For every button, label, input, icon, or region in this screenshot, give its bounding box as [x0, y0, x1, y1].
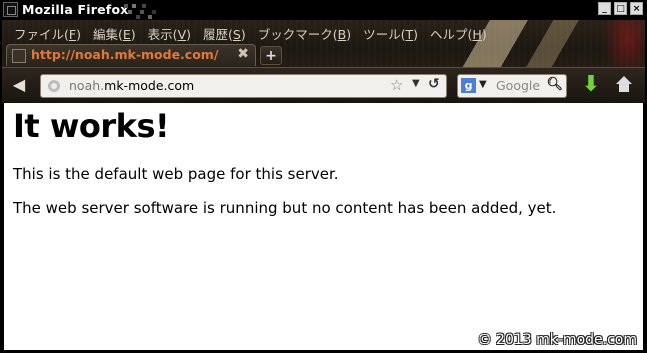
google-engine-icon[interactable]: g — [461, 78, 476, 93]
site-identity-icon[interactable] — [48, 80, 60, 92]
reload-icon[interactable]: ↺ — [428, 76, 440, 92]
paragraph-default-page: This is the default web page for this se… — [13, 165, 339, 183]
copyright-watermark: © 2013 mk-mode.com — [477, 332, 637, 348]
menu-tools[interactable]: ツール(T) — [359, 22, 426, 45]
navigation-toolbar: ◀ noah.mk-mode.com ☆ ▼ ↺ g ▼ Google 🔍︎ ⬇ — [2, 67, 645, 102]
menu-edit[interactable]: 編集(E) — [89, 22, 144, 45]
download-icon[interactable]: ⬇ — [580, 72, 602, 98]
home-icon[interactable] — [614, 76, 634, 94]
close-tab-icon[interactable]: ✖ — [237, 46, 249, 62]
window-menu-icon[interactable] — [3, 2, 18, 17]
titlebar-decoration — [118, 0, 166, 20]
menu-view[interactable]: 表示(V) — [144, 22, 199, 45]
search-bar[interactable]: g ▼ Google 🔍︎ — [457, 74, 567, 98]
menu-history[interactable]: 履歴(S) — [199, 22, 254, 45]
title-bar[interactable]: Mozilla Firefox _ □ × — [0, 0, 647, 20]
menu-help[interactable]: ヘルプ(H) — [426, 22, 495, 45]
window-controls: _ □ × — [598, 2, 643, 15]
browser-chrome: ファイル(F) 編集(E) 表示(V) 履歴(S) ブックマーク(B) ツール(… — [2, 20, 645, 103]
url-text[interactable]: noah.mk-mode.com — [69, 78, 194, 93]
back-button[interactable]: ◀ — [8, 76, 30, 94]
menu-bar: ファイル(F) 編集(E) 表示(V) 履歴(S) ブックマーク(B) ツール(… — [10, 22, 495, 45]
maximize-button[interactable]: □ — [614, 2, 627, 15]
page-favicon-icon — [12, 49, 26, 63]
menu-file[interactable]: ファイル(F) — [10, 22, 89, 45]
browser-window: Mozilla Firefox _ □ × ファイル(F) 編集(E) 表示(V… — [0, 0, 647, 353]
menu-bookmarks[interactable]: ブックマーク(B) — [254, 22, 359, 45]
window-title: Mozilla Firefox — [22, 2, 129, 17]
search-icon[interactable]: 🔍︎ — [544, 77, 563, 92]
url-bar[interactable]: noah.mk-mode.com ☆ ▼ ↺ — [40, 74, 447, 98]
tab-title: http://noah.mk-mode.com/ — [31, 47, 219, 62]
new-tab-button[interactable]: + — [260, 46, 282, 65]
minimize-button[interactable]: _ — [598, 2, 611, 15]
search-input[interactable]: Google — [496, 78, 540, 93]
close-window-button[interactable]: × — [630, 2, 643, 15]
page-content: It works! This is the default web page f… — [4, 103, 643, 350]
tab-active[interactable]: http://noah.mk-mode.com/ ✖ — [6, 44, 256, 66]
search-engine-dropdown-icon[interactable]: ▼ — [479, 79, 487, 90]
page-heading: It works! — [13, 107, 170, 145]
paragraph-server-running: The web server software is running but n… — [13, 199, 557, 217]
bookmark-star-icon[interactable]: ☆ — [390, 76, 403, 94]
history-dropdown-icon[interactable]: ▼ — [412, 78, 420, 89]
